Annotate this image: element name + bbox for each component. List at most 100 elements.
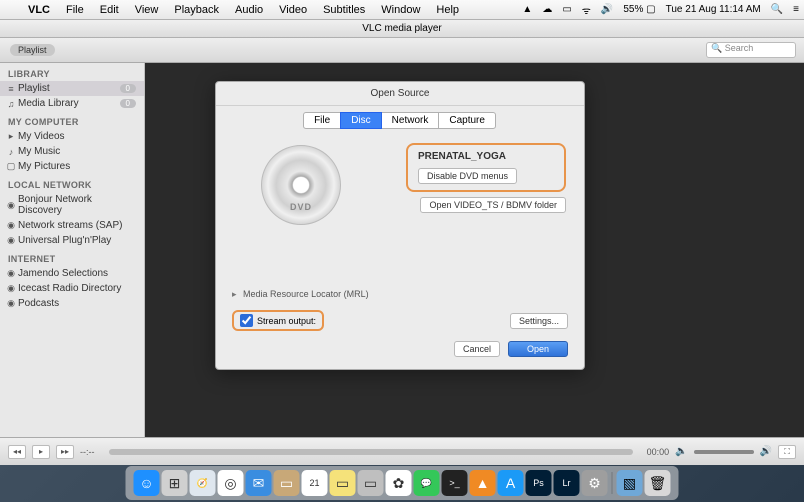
sidebar-label: Universal Plug'n'Play <box>18 235 111 246</box>
dock-launchpad[interactable]: ⊞ <box>162 470 188 496</box>
menu-help[interactable]: Help <box>428 4 467 16</box>
disc-info-box: PRENATAL_YOGA Disable DVD menus <box>406 143 566 192</box>
dock-photoshop[interactable]: Ps <box>526 470 552 496</box>
sidebar-label: Media Library <box>18 98 79 109</box>
volume-icon[interactable]: 🔊 <box>596 4 618 15</box>
mrl-disclosure[interactable]: ▸ Media Resource Locator (MRL) <box>216 285 584 304</box>
sidebar-item[interactable]: ◉Network streams (SAP) <box>0 218 144 233</box>
playlist-pill[interactable]: Playlist <box>10 44 55 56</box>
sidebar-item[interactable]: ◉Bonjour Network Discovery <box>0 192 144 218</box>
disable-dvd-menus-button[interactable]: Disable DVD menus <box>418 168 517 184</box>
wifi-icon[interactable]: ᯤ <box>577 3 596 17</box>
sidebar-item[interactable]: ◉Podcasts <box>0 296 144 311</box>
open-button[interactable]: Open <box>508 341 568 357</box>
open-videots-folder-button[interactable]: Open VIDEO_TS / BDMV folder <box>420 197 566 213</box>
battery-status[interactable]: 55% ▢ <box>618 4 660 15</box>
dock-contacts[interactable]: ▭ <box>274 470 300 496</box>
dock-notes[interactable]: ▭ <box>330 470 356 496</box>
menu-audio[interactable]: Audio <box>227 4 271 16</box>
sidebar-item[interactable]: ◉Jamendo Selections <box>0 266 144 281</box>
sidebar-item[interactable]: ≡Playlist0 <box>0 81 144 96</box>
sidebar-icon: ◉ <box>6 220 16 231</box>
menu-extras-icon[interactable]: ≡ <box>788 4 804 15</box>
menu-playback[interactable]: Playback <box>166 4 227 16</box>
dock-trash[interactable]: 🗑 <box>645 470 671 496</box>
sidebar-item[interactable]: ◉Universal Plug'n'Play <box>0 233 144 248</box>
sidebar-icon: ◉ <box>6 200 16 211</box>
search-input[interactable]: 🔍 Search <box>706 42 796 58</box>
spotlight-icon[interactable]: 🔍 <box>766 4 788 15</box>
volume-slider[interactable] <box>694 450 754 454</box>
playback-controls: ◂◂ ▸ ▸▸ --:-- 00:00 🔈 🔊 ⛶ <box>0 437 804 465</box>
menu-file[interactable]: File <box>58 4 92 16</box>
next-button[interactable]: ▸▸ <box>56 445 74 459</box>
dock-appstore[interactable]: A <box>498 470 524 496</box>
sidebar-section: MY COMPUTER <box>0 111 144 129</box>
status-icon[interactable]: ▲ <box>517 4 537 15</box>
tab-network[interactable]: Network <box>381 112 440 129</box>
dock-preview[interactable]: ▭ <box>358 470 384 496</box>
dock-folder[interactable]: ▧ <box>617 470 643 496</box>
sidebar-icon: ◉ <box>6 235 16 246</box>
display-icon[interactable]: ▭ <box>557 4 576 15</box>
menu-view[interactable]: View <box>127 4 167 16</box>
sidebar-item[interactable]: ▸My Videos <box>0 129 144 144</box>
sidebar-badge: 0 <box>120 84 136 93</box>
menu-window[interactable]: Window <box>373 4 428 16</box>
dock-mail[interactable]: ✉ <box>246 470 272 496</box>
disclosure-triangle-icon: ▸ <box>232 289 237 300</box>
sidebar-label: Podcasts <box>18 298 59 309</box>
play-button[interactable]: ▸ <box>32 445 50 459</box>
fullscreen-button[interactable]: ⛶ <box>778 445 796 459</box>
toolbar: Playlist 🔍 Search <box>0 38 804 63</box>
dock-lightroom[interactable]: Lr <box>554 470 580 496</box>
sidebar-item[interactable]: ♫Media Library 0 <box>0 96 144 111</box>
prev-button[interactable]: ◂◂ <box>8 445 26 459</box>
cloud-icon[interactable]: ☁ <box>537 4 557 15</box>
dock-vlc[interactable]: ▲ <box>470 470 496 496</box>
cancel-button[interactable]: Cancel <box>454 341 500 357</box>
sidebar-icon: ♪ <box>6 147 16 157</box>
dock-chrome[interactable]: ◎ <box>218 470 244 496</box>
dock-messages[interactable]: 💬 <box>414 470 440 496</box>
tab-disc[interactable]: Disc <box>340 112 381 129</box>
dock-finder[interactable]: ☺ <box>134 470 160 496</box>
datetime[interactable]: Tue 21 Aug 11:14 AM <box>661 4 766 15</box>
time-total: 00:00 <box>647 447 670 457</box>
dock-terminal[interactable]: >_ <box>442 470 468 496</box>
sidebar: LIBRARY≡Playlist0♫Media Library0MY COMPU… <box>0 63 145 437</box>
volume-high-icon: 🔊 <box>760 446 772 457</box>
app-menu[interactable]: VLC <box>20 4 58 16</box>
dvd-disc-icon: DVD <box>261 145 341 225</box>
dialog-tabs: FileDiscNetworkCapture <box>216 106 584 135</box>
menu-subtitles[interactable]: Subtitles <box>315 4 373 16</box>
settings-button[interactable]: Settings... <box>510 313 568 329</box>
dock-settings[interactable]: ⚙ <box>582 470 608 496</box>
sidebar-icon: ◉ <box>6 283 16 294</box>
dock-photos[interactable]: ✿ <box>386 470 412 496</box>
seek-bar[interactable] <box>109 449 633 455</box>
tab-capture[interactable]: Capture <box>438 112 496 129</box>
dock-safari[interactable]: 🧭 <box>190 470 216 496</box>
sidebar-item[interactable]: ▢My Pictures <box>0 159 144 174</box>
sidebar-item[interactable]: ◉Icecast Radio Directory <box>0 281 144 296</box>
sidebar-badge: 0 <box>120 99 136 108</box>
open-source-dialog: Open Source FileDiscNetworkCapture DVD P… <box>215 81 585 370</box>
sidebar-label: My Videos <box>18 131 65 142</box>
sidebar-section: INTERNET <box>0 248 144 266</box>
tab-file[interactable]: File <box>303 112 341 129</box>
sidebar-label: Icecast Radio Directory <box>18 283 121 294</box>
sidebar-label: Network streams (SAP) <box>18 220 122 231</box>
sidebar-label: My Music <box>18 146 60 157</box>
content-area: Open Source FileDiscNetworkCapture DVD P… <box>145 63 804 437</box>
sidebar-item[interactable]: ♪My Music <box>0 144 144 159</box>
menu-video[interactable]: Video <box>271 4 315 16</box>
stream-output-checkbox[interactable]: Stream output: <box>232 310 324 331</box>
window-title: VLC media player <box>0 20 804 38</box>
sidebar-icon: ♫ <box>6 99 16 109</box>
sidebar-icon: ▸ <box>6 131 16 142</box>
dock-calendar[interactable]: 21 <box>302 470 328 496</box>
menu-edit[interactable]: Edit <box>92 4 127 16</box>
disc-name: PRENATAL_YOGA <box>418 151 554 162</box>
menubar: VLC FileEditViewPlaybackAudioVideoSubtit… <box>0 0 804 20</box>
